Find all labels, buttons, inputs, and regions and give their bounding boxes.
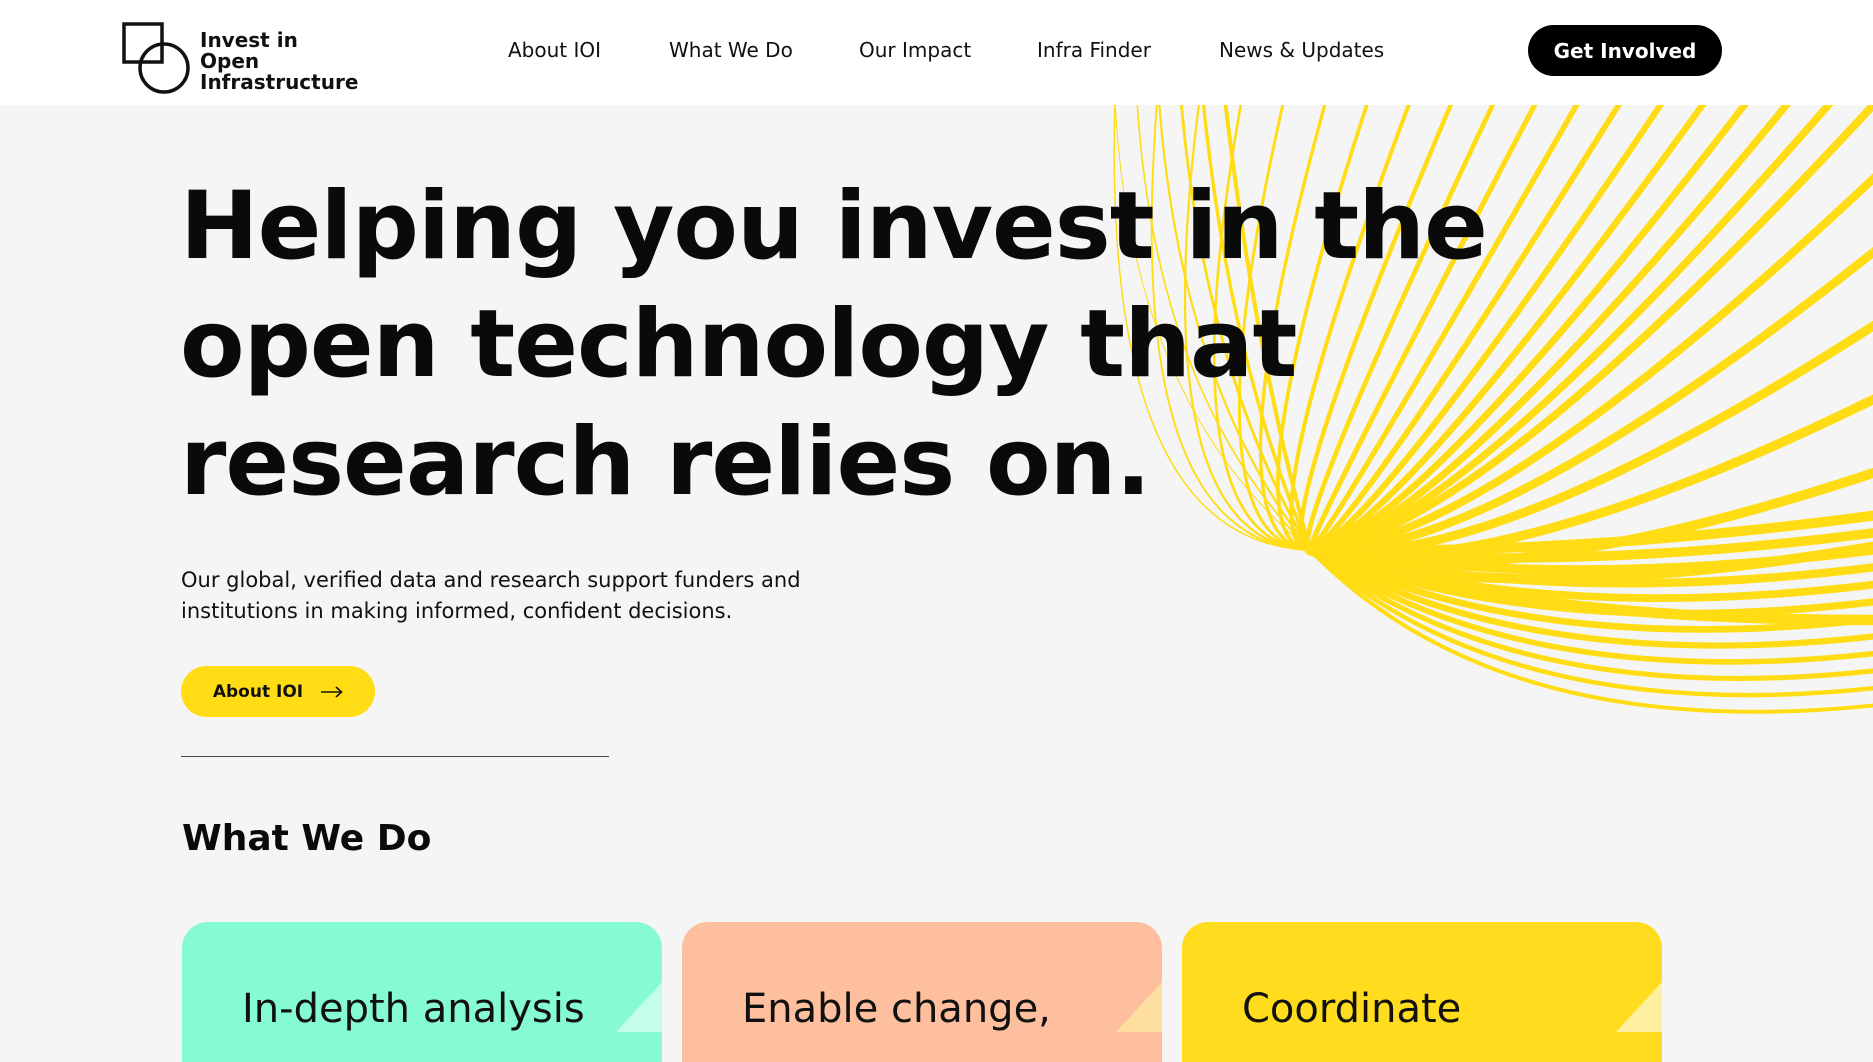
hero-title-line-1: Helping you invest in the bbox=[180, 172, 1488, 281]
nav-news-updates[interactable]: News & Updates bbox=[1219, 38, 1384, 62]
card-corner-decoration bbox=[1116, 982, 1162, 1032]
what-we-do-heading: What We Do bbox=[182, 818, 432, 859]
nav-infra-finder[interactable]: Infra Finder bbox=[1037, 38, 1151, 62]
card-title: Enable change, bbox=[742, 986, 1051, 1032]
logo-line-1: Invest in Open bbox=[200, 28, 298, 73]
card-corner-decoration bbox=[616, 982, 662, 1032]
card-coordinate[interactable]: Coordinate bbox=[1182, 922, 1662, 1062]
nav-what-we-do[interactable]: What We Do bbox=[669, 38, 793, 62]
hero-title-line-2: open technology that bbox=[180, 290, 1297, 399]
card-enable-change[interactable]: Enable change, bbox=[682, 922, 1162, 1062]
nav-about-ioi[interactable]: About IOI bbox=[508, 38, 601, 62]
card-title: In-depth analysis bbox=[242, 986, 585, 1032]
about-ioi-button-label: About IOI bbox=[212, 681, 304, 702]
nav-our-impact[interactable]: Our Impact bbox=[859, 38, 971, 62]
site-header: Invest in Open Infrastructure About IOI … bbox=[0, 0, 1873, 105]
hero-title-line-3: research relies on. bbox=[180, 408, 1151, 517]
logo[interactable]: Invest in Open Infrastructure bbox=[122, 22, 362, 94]
hero-title: Helping you invest in the open technolog… bbox=[180, 168, 1488, 522]
arrow-right-icon bbox=[321, 685, 343, 698]
card-corner-decoration bbox=[1616, 982, 1662, 1032]
hero-description-line-2: institutions in making informed, confide… bbox=[181, 599, 733, 623]
about-ioi-button[interactable]: About IOI bbox=[181, 666, 375, 717]
card-in-depth-analysis[interactable]: In-depth analysis bbox=[182, 922, 662, 1062]
hero-description: Our global, verified data and research s… bbox=[181, 565, 821, 627]
hero-description-line-1: Our global, verified data and research s… bbox=[181, 568, 801, 592]
logo-icon bbox=[122, 22, 190, 94]
card-title: Coordinate bbox=[1242, 986, 1462, 1032]
get-involved-button[interactable]: Get Involved bbox=[1528, 25, 1722, 76]
section-divider bbox=[181, 756, 609, 757]
logo-line-2: Infrastructure bbox=[200, 70, 359, 94]
logo-wordmark: Invest in Open Infrastructure bbox=[200, 30, 362, 93]
